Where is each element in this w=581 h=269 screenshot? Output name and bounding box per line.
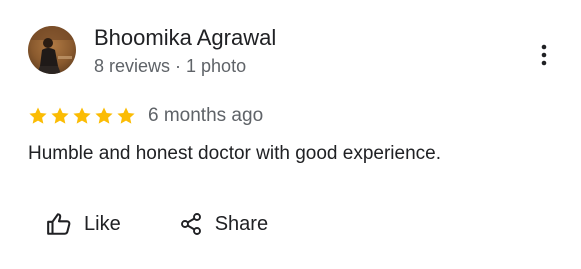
star-icon: [29, 107, 47, 124]
like-button[interactable]: Like: [40, 206, 127, 242]
review-text: Humble and honest doctor with good exper…: [28, 143, 441, 164]
avatar[interactable]: [28, 26, 76, 74]
author-meta[interactable]: 8 reviews · 1 photo: [94, 54, 246, 78]
share-button[interactable]: Share: [173, 206, 274, 242]
star-rating: [28, 106, 136, 126]
review-date: 6 months ago: [148, 105, 264, 126]
rating-row: 6 months ago: [28, 103, 263, 129]
like-label: Like: [84, 213, 121, 235]
more-vert-icon: [541, 44, 547, 66]
thumb-up-icon: [47, 213, 71, 235]
review-actions: Like Share: [40, 206, 274, 242]
star-icon: [73, 107, 91, 124]
share-icon: [180, 213, 201, 235]
author-name[interactable]: Bhoomika Agrawal: [94, 24, 276, 52]
more-options-button[interactable]: [530, 38, 558, 72]
review-card: Bhoomika Agrawal 8 reviews · 1 photo 6 m…: [0, 0, 581, 269]
share-label: Share: [214, 213, 269, 235]
avatar-photo: [28, 26, 76, 74]
star-icon: [117, 107, 135, 124]
star-icon: [95, 107, 113, 124]
star-icon: [51, 107, 69, 124]
